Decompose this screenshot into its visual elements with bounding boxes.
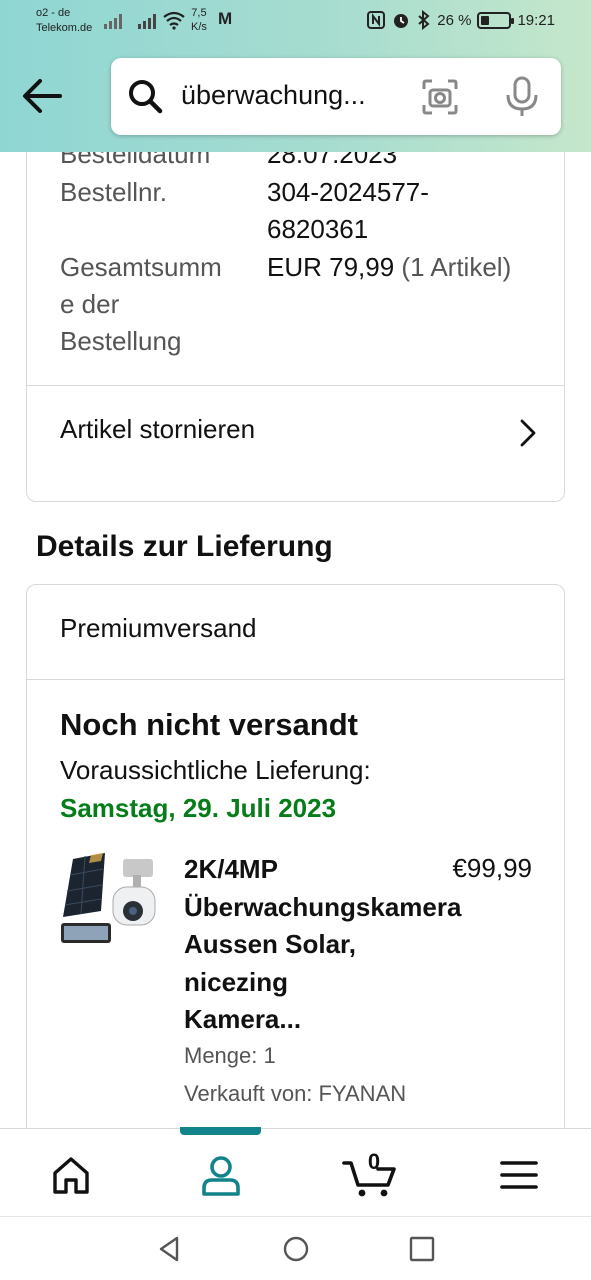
bluetooth-icon — [418, 10, 430, 30]
wifi-icon — [163, 11, 185, 30]
system-home-icon[interactable] — [282, 1235, 310, 1263]
order-number-label: Bestellnr. — [60, 177, 167, 207]
back-arrow-icon[interactable] — [22, 78, 62, 114]
search-icon — [129, 80, 163, 114]
search-bar[interactable]: überwachung... — [111, 58, 561, 135]
signal-icon-2 — [138, 14, 156, 29]
active-tab-indicator — [180, 1127, 261, 1135]
product-price: €99,99 — [452, 853, 532, 883]
bottom-navigation: 0 — [0, 1127, 591, 1216]
nfc-icon — [367, 11, 386, 29]
cancel-items-row[interactable]: Artikel stornieren — [27, 386, 564, 482]
product-title[interactable]: 2K/4MP Überwachungskamera Aussen Solar, … — [184, 851, 484, 1039]
shipment-status: Noch nicht versandt — [60, 707, 358, 742]
search-query[interactable]: überwachung... — [181, 80, 366, 111]
delivery-eta-label: Voraussichtliche Lieferung: — [60, 755, 371, 785]
system-back-icon[interactable] — [155, 1235, 183, 1263]
chevron-right-icon[interactable] — [518, 418, 538, 448]
battery-percent: 26 % — [437, 11, 472, 29]
system-navigation-bar — [0, 1216, 591, 1280]
order-summary-card: Bestelldatum 28.07.2023 Bestellnr. 304-2… — [26, 152, 565, 502]
product-quantity: Menge: 1 — [184, 1043, 276, 1068]
speed-unit: K/s — [191, 21, 207, 33]
product-seller: Verkauft von: FYANAN — [184, 1081, 407, 1106]
alarm-icon — [394, 14, 409, 28]
order-number-value: 304-2024577- 6820361 — [267, 174, 429, 248]
product-title-line4[interactable]: nicezing — [184, 964, 484, 1002]
delivery-section-title: Details zur Lieferung — [36, 530, 333, 563]
carrier-label: o2 - de Telekom.de — [36, 6, 92, 36]
order-details-content[interactable]: Bestelldatum 28.07.2023 Bestellnr. 304-2… — [0, 152, 591, 1128]
cancel-items-label[interactable]: Artikel stornieren — [60, 414, 255, 445]
menu-icon[interactable] — [496, 1153, 542, 1197]
clock-time: 19:21 — [517, 11, 555, 29]
microphone-icon[interactable] — [503, 76, 541, 118]
system-recents-icon[interactable] — [408, 1235, 436, 1263]
gmail-icon: M — [218, 9, 233, 28]
divider — [27, 679, 564, 680]
carrier-line2: Telekom.de — [36, 22, 93, 34]
signal-icon — [104, 14, 122, 29]
status-bar: o2 - de Telekom.de 7,5 K/s M 26 % 19:21 — [0, 0, 591, 44]
order-date-value: 28.07.2023 — [267, 152, 398, 169]
order-total-amount: EUR 79,99 — [267, 252, 395, 282]
order-total-label-line3: Bestellung — [60, 326, 182, 356]
order-number-line2: 6820361 — [267, 214, 369, 244]
app-header: o2 - de Telekom.de 7,5 K/s M 26 % 19:21 … — [0, 0, 591, 152]
product-title-line5[interactable]: Kamera... — [184, 1001, 484, 1039]
delivery-card: Premiumversand Noch nicht versandt Vorau… — [26, 584, 565, 1128]
camera-search-icon[interactable] — [421, 78, 459, 116]
battery-icon — [477, 11, 515, 29]
order-total-label-line1: Gesamtsumm — [60, 252, 222, 282]
product-image[interactable] — [61, 853, 159, 949]
speed-value: 7,5 — [191, 7, 207, 19]
cart-count[interactable]: 0 — [367, 1149, 381, 1175]
carrier-line1: o2 - de — [36, 7, 71, 19]
product-title-line1[interactable]: 2K/4MP — [184, 851, 484, 889]
account-icon[interactable] — [196, 1153, 246, 1197]
delivery-eta-date: Samstag, 29. Juli 2023 — [60, 793, 337, 823]
order-total-label: Gesamtsumm e der Bestellung — [60, 249, 222, 360]
network-speed: 7,5 K/s — [191, 6, 207, 34]
shipping-method: Premiumversand — [60, 613, 257, 643]
order-item-count: (1 Artikel) — [401, 252, 512, 282]
order-total-value: EUR 79,99 (1 Artikel) — [267, 249, 511, 286]
home-icon[interactable] — [46, 1153, 96, 1197]
order-total-label-line2: e der — [60, 289, 120, 319]
status-right: 26 % 19:21 — [367, 10, 555, 30]
product-title-line2[interactable]: Überwachungskamera — [184, 889, 484, 927]
product-title-line3[interactable]: Aussen Solar, — [184, 926, 484, 964]
order-date-label: Bestelldatum — [60, 152, 211, 169]
order-number-line1: 304-2024577- — [267, 177, 429, 207]
